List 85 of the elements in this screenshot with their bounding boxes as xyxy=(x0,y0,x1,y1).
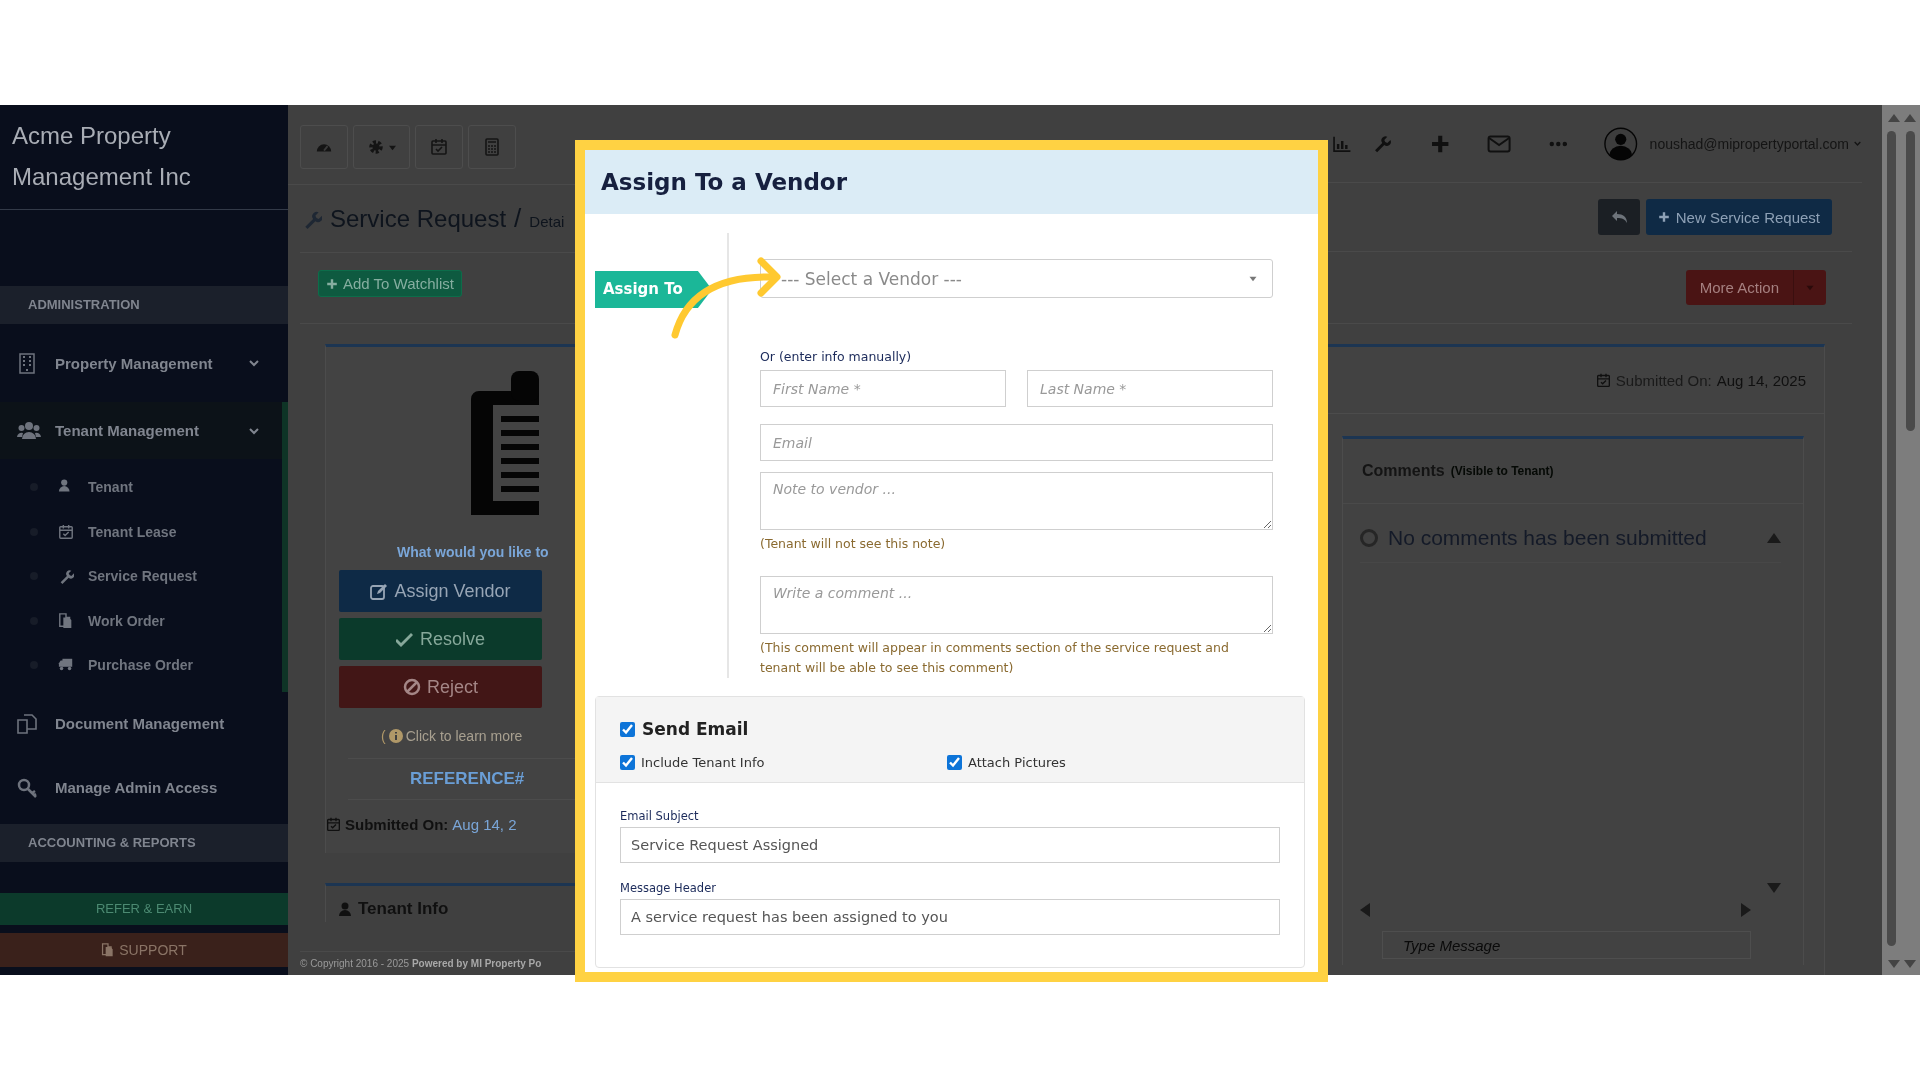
files-icon xyxy=(58,612,74,629)
comment-field[interactable]: Write a comment ... xyxy=(760,576,1273,634)
sidebar-subitem[interactable]: Purchase Order xyxy=(0,643,282,688)
settings-dropdown-button[interactable] xyxy=(353,125,410,169)
scroll-down-icon[interactable] xyxy=(1767,883,1781,893)
back-button[interactable] xyxy=(1597,199,1640,235)
more-icon[interactable] xyxy=(1548,139,1568,148)
reject-button[interactable]: Reject xyxy=(339,666,542,708)
toolbar-button[interactable] xyxy=(300,125,348,169)
chevron-down-icon xyxy=(248,425,260,436)
resolve-button[interactable]: Resolve xyxy=(339,618,542,660)
support-button[interactable]: SUPPORT xyxy=(0,933,288,967)
checkbox-label: Send Email xyxy=(642,719,749,739)
parenthesis-text: ( xyxy=(381,728,386,744)
header-field[interactable]: A service request has been assigned to you xyxy=(620,899,1280,935)
refer-earn-button[interactable]: REFER & EARN xyxy=(0,893,288,925)
sidebar-item[interactable]: Property Management xyxy=(0,324,288,402)
subject-field[interactable]: Service Request Assigned xyxy=(620,827,1280,863)
chevron-down-icon xyxy=(248,358,260,368)
plus-icon xyxy=(1657,211,1670,223)
checkbox[interactable] xyxy=(620,755,635,770)
field-label: Message Header xyxy=(620,881,717,895)
scroll-up-icon[interactable] xyxy=(1767,533,1781,543)
plus-icon xyxy=(326,277,338,290)
caret-icon xyxy=(1805,284,1815,291)
calendar-icon xyxy=(430,138,448,156)
checkbox[interactable] xyxy=(620,721,635,737)
prompt-text: What would you like to xyxy=(397,544,550,560)
scrollbar[interactable] xyxy=(1882,105,1920,975)
check-icon xyxy=(396,630,414,648)
timeline-circle xyxy=(1360,529,1378,547)
field-label: Email Subject xyxy=(620,809,700,823)
dropdown-toggle[interactable] xyxy=(1794,270,1826,305)
calendar-icon xyxy=(58,523,74,540)
breadcrumb-separator: / xyxy=(514,203,522,234)
caret-icon xyxy=(1248,275,1258,282)
sidebar-item[interactable]: Manage Admin Access xyxy=(0,755,288,820)
copyright-text: © Copyright 2016 - 2025 Powered by MI Property Po xyxy=(300,951,575,975)
add-to-watchlist-button[interactable]: Add To Watchlist xyxy=(318,270,462,297)
ban-icon xyxy=(403,678,421,696)
assign-button[interactable]: Assign Vendor xyxy=(339,570,542,612)
note-field[interactable]: Note to vendor ... xyxy=(760,472,1273,530)
modal-title: Assign To a Vendor xyxy=(601,169,847,195)
calendar-icon xyxy=(1595,372,1611,388)
vendor-select[interactable]: --- Select a Vendor --- xyxy=(760,259,1273,298)
scroll-right-icon[interactable] xyxy=(1741,903,1751,917)
more-action-button[interactable]: More Action xyxy=(1685,270,1794,305)
toolbar-button[interactable] xyxy=(415,125,463,169)
help-text: (This comment will appear in comments section of the service request and tenant will be able to see this comment) xyxy=(760,639,1230,677)
chevron-down-icon xyxy=(1853,140,1862,147)
sidebar-item[interactable]: Document Management xyxy=(0,691,288,756)
email-field[interactable]: Email xyxy=(760,424,1273,461)
section-heading: ADMINISTRATION xyxy=(0,286,288,324)
checkbox[interactable] xyxy=(947,755,962,770)
calculator-icon xyxy=(483,138,501,156)
user-icon xyxy=(338,902,352,916)
sidebar-subitem[interactable]: Tenant Lease xyxy=(0,509,282,554)
learn-more-link[interactable]: Click to learn more xyxy=(405,728,523,744)
sidebar-item[interactable]: Tenant Management xyxy=(0,402,288,459)
section-heading: ACCOUNTING & REPORTS xyxy=(0,823,288,862)
settings-icon xyxy=(366,138,385,156)
last-name-field[interactable]: Last Name * xyxy=(1027,370,1273,407)
sidebar-subitem[interactable]: Service Request xyxy=(0,554,282,599)
calendar-icon xyxy=(326,817,341,832)
message-field[interactable]: Type Message xyxy=(1382,931,1751,959)
wrench-icon xyxy=(58,568,74,585)
checkbox-label: Attach Pictures xyxy=(968,755,1066,770)
visibility-note: (Visible to Tenant) xyxy=(1450,464,1554,478)
scroll-left-icon[interactable] xyxy=(1360,903,1370,917)
clipboard-icon xyxy=(471,371,539,516)
reference-number: REFERENCE# xyxy=(348,758,575,800)
users-icon xyxy=(17,419,41,442)
submitted-date: Aug 14, 2 xyxy=(452,816,517,833)
info-icon xyxy=(388,729,403,743)
checkbox-label: Include Tenant Info xyxy=(641,755,765,770)
toolbar-button[interactable] xyxy=(468,125,516,169)
edit-icon xyxy=(370,582,389,600)
manual-entry-label: Or (enter info manually) xyxy=(760,349,913,364)
new-service-request-button[interactable]: New Service Request xyxy=(1645,199,1832,235)
help-text: (Tenant will not see this note) xyxy=(760,535,947,553)
sidebar-subitem[interactable]: Tenant xyxy=(0,465,282,510)
caret-icon xyxy=(387,143,397,151)
first-name-field[interactable]: First Name * xyxy=(760,370,1006,407)
sidebar-subitem[interactable]: Work Order xyxy=(0,598,282,643)
avatar-icon[interactable] xyxy=(1604,125,1638,162)
